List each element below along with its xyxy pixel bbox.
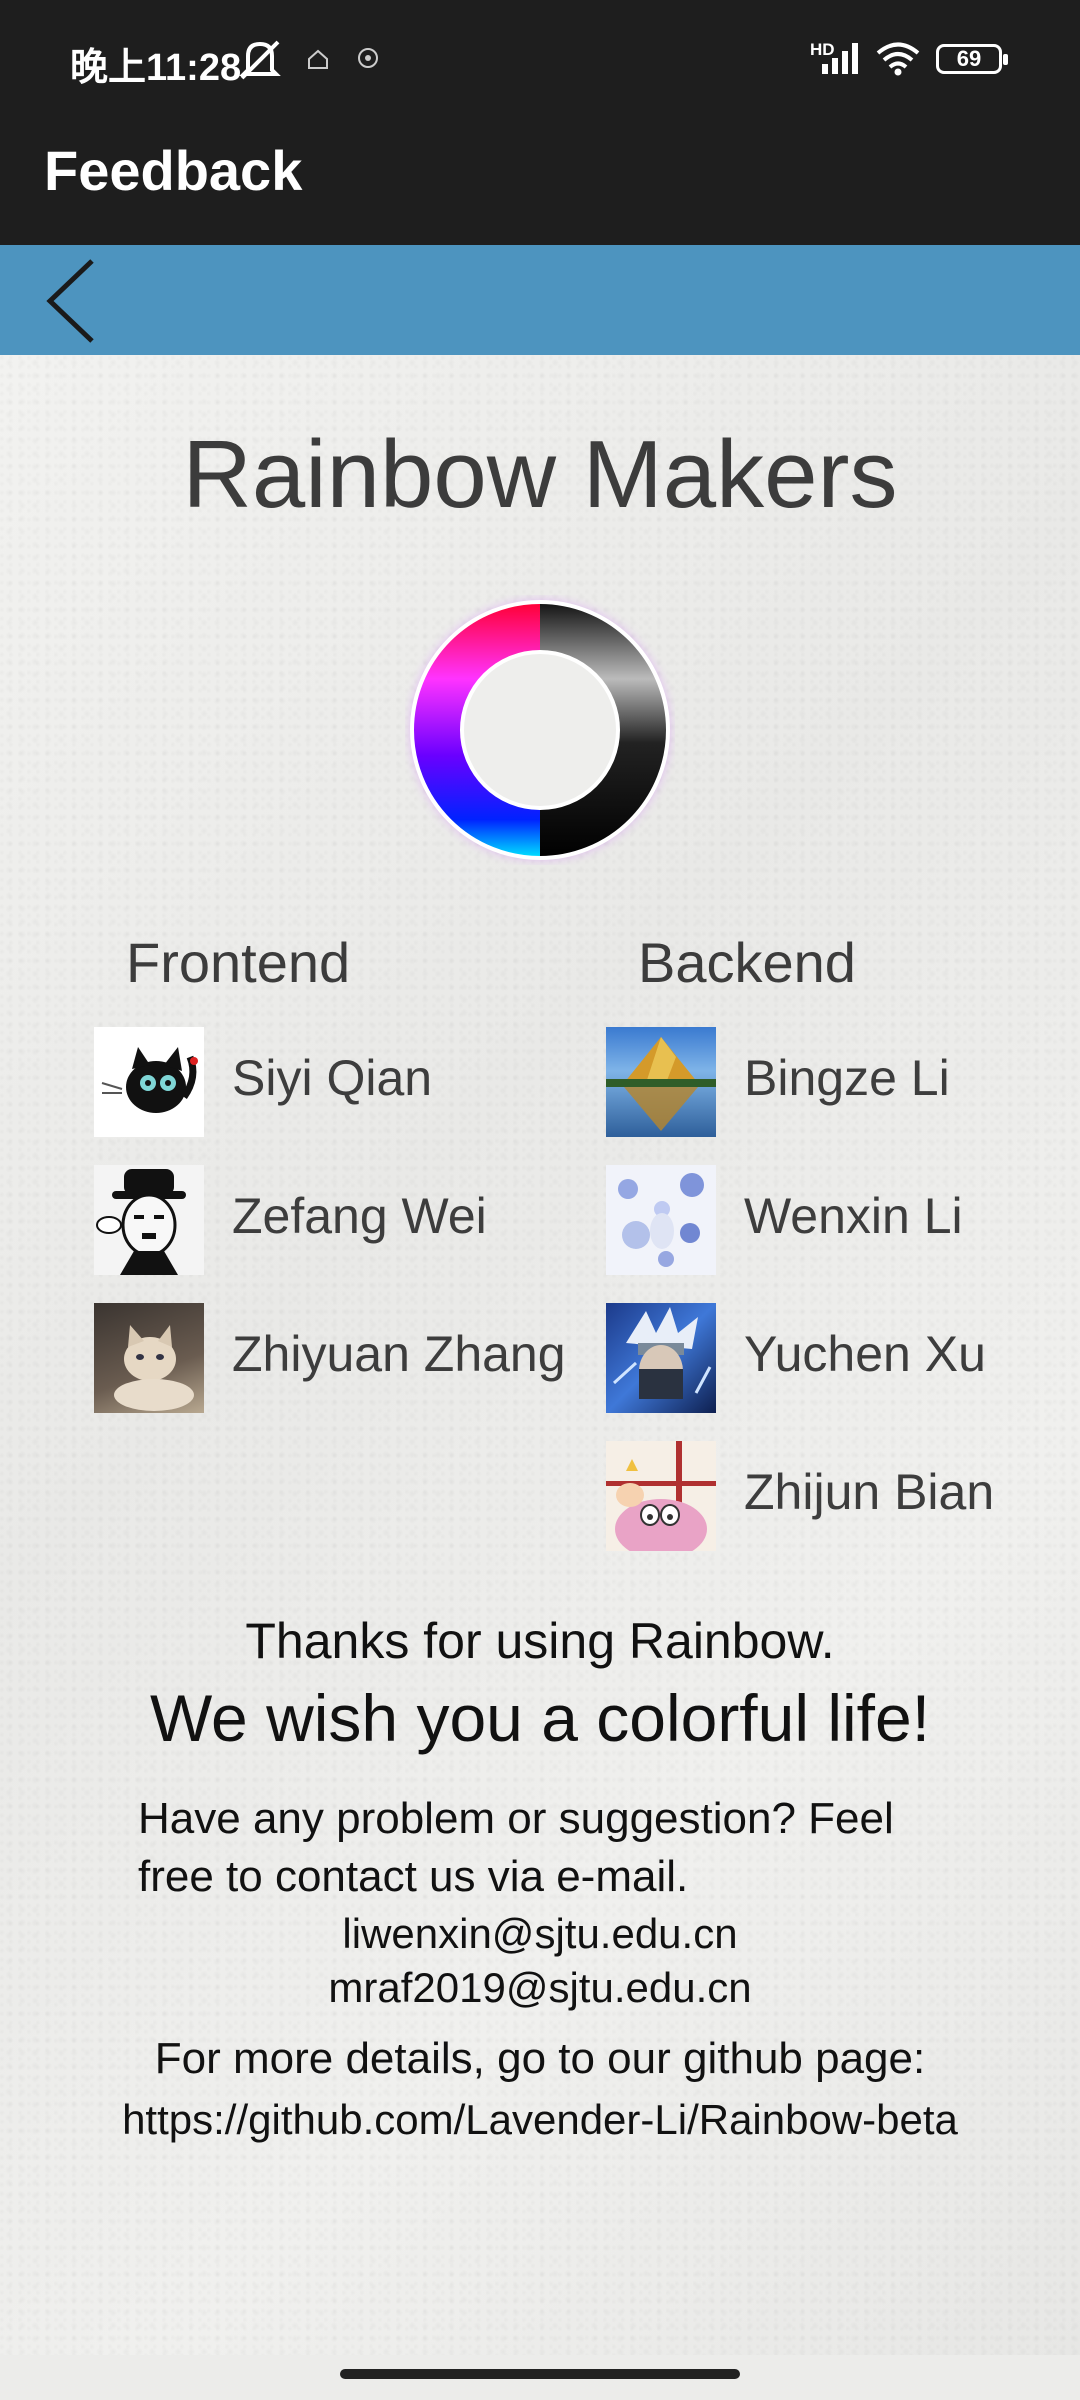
ninja-avatar — [606, 1303, 716, 1413]
github-link[interactable]: https://github.com/Lavender-Li/Rainbow-b… — [0, 2096, 1080, 2144]
thanks-text: Thanks for using Rainbow. — [245, 1613, 835, 1669]
wifi-icon — [876, 42, 920, 76]
battery-level: 69 — [956, 46, 982, 71]
compass-icon — [358, 48, 378, 68]
contact-text: Have any problem or suggestion? Feel fre… — [138, 1794, 894, 1901]
cat-avatar — [94, 1027, 204, 1137]
mute-icon — [239, 40, 281, 80]
frontend-title: Frontend — [126, 931, 351, 994]
chaplin-avatar — [94, 1165, 204, 1275]
kitten-avatar — [94, 1303, 204, 1413]
home-indicator[interactable] — [340, 2369, 740, 2379]
back-button[interactable] — [30, 253, 110, 349]
home-icon — [308, 49, 328, 69]
signal-icon — [822, 43, 858, 74]
member-name: Zhiyuan Zhang — [232, 1326, 566, 1382]
member-name: Zefang Wei — [232, 1188, 487, 1244]
cartoon-avatar — [606, 1441, 716, 1551]
rainbow-logo — [410, 600, 670, 860]
battery-icon: 69 — [936, 44, 1008, 74]
github-intro-text: For more details, go to our github page: — [154, 2034, 926, 2083]
wish-text: We wish you a colorful life! — [149, 1681, 931, 1755]
chevron-left-icon — [46, 259, 94, 343]
nav-bar — [0, 245, 1080, 355]
app-title: Feedback — [44, 139, 303, 202]
mountain-avatar — [606, 1027, 716, 1137]
backend-title: Backend — [638, 931, 856, 994]
member-name: Zhijun Bian — [744, 1464, 995, 1520]
app-bar: Feedback — [0, 120, 1080, 245]
email-link-2[interactable]: mraf2019@sjtu.edu.cn — [0, 1964, 1080, 2012]
page-title: Rainbow Makers — [182, 421, 898, 528]
status-time: 晚上11:28 — [70, 47, 242, 89]
blue-flowers-avatar — [606, 1165, 716, 1275]
email-link-1[interactable]: liwenxin@sjtu.edu.cn — [0, 1910, 1080, 1958]
member-name: Yuchen Xu — [744, 1326, 986, 1382]
status-bar: 晚上11:28 HD 69 — [0, 0, 1080, 120]
member-name: Bingze Li — [744, 1050, 950, 1106]
member-name: Siyi Qian — [232, 1050, 433, 1106]
member-name: Wenxin Li — [744, 1188, 963, 1244]
